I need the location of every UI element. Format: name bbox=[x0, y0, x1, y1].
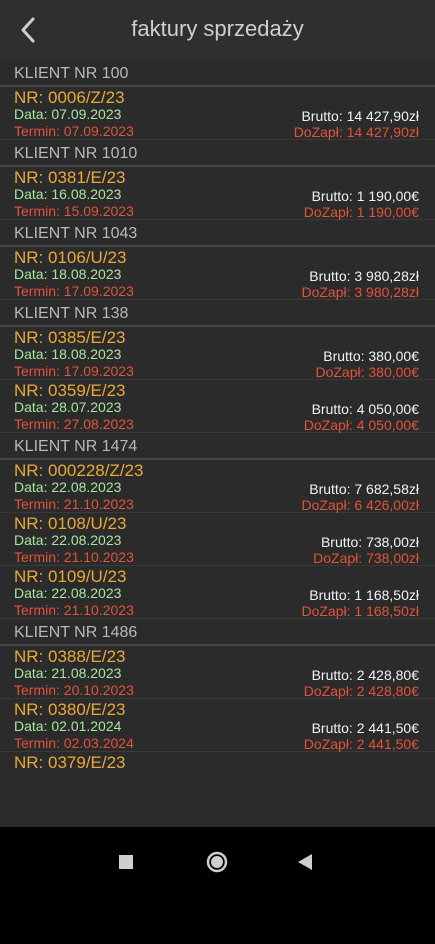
back-icon[interactable] bbox=[290, 847, 320, 877]
invoice-to-pay: DoZapł: 4 050,00€ bbox=[303, 417, 419, 433]
invoice-number: NR: 0385/E/23 bbox=[14, 328, 126, 347]
app-header: faktury sprzedaży bbox=[0, 0, 435, 61]
invoice-gross: Brutto: 1 190,00€ bbox=[311, 188, 419, 204]
client-header: KLIENT NR 1010 bbox=[0, 140, 435, 167]
invoice-row[interactable]: NR: 0006/Z/23 Data: 07.09.2023 Termin: 07.… bbox=[0, 87, 435, 140]
invoice-date: Data: 02.01.2024 bbox=[14, 718, 122, 734]
client-header: KLIENT NR 1043 bbox=[0, 220, 435, 247]
invoice-gross: Brutto: 2 428,80€ bbox=[311, 667, 419, 683]
client-header: KLIENT NR 1486 bbox=[0, 619, 435, 646]
invoice-row[interactable]: NR: 0379/E/23 bbox=[0, 752, 435, 776]
invoice-due-date: Termin: 07.09.2023 bbox=[14, 123, 134, 139]
invoice-due-date: Termin: 20.10.2023 bbox=[14, 682, 134, 698]
invoice-number: NR: 0359/E/23 bbox=[14, 381, 126, 400]
invoice-to-pay: DoZapł: 6 426,00zł bbox=[301, 497, 419, 513]
invoice-date: Data: 18.08.2023 bbox=[14, 346, 122, 362]
invoice-due-date: Termin: 17.09.2023 bbox=[14, 363, 134, 379]
invoice-to-pay: DoZapł: 2 441,50€ bbox=[303, 736, 419, 752]
invoice-number: NR: 0380/E/23 bbox=[14, 700, 126, 719]
android-nav-bar bbox=[0, 827, 435, 944]
invoice-gross: Brutto: 7 682,58zł bbox=[309, 481, 419, 497]
invoice-due-date: Termin: 17.09.2023 bbox=[14, 283, 134, 299]
invoice-date: Data: 22.08.2023 bbox=[14, 585, 122, 601]
invoice-gross: Brutto: 2 441,50€ bbox=[311, 720, 419, 736]
invoice-gross: Brutto: 380,00€ bbox=[323, 348, 419, 364]
page-title: faktury sprzedaży bbox=[131, 16, 304, 41]
invoice-gross: Brutto: 738,00zł bbox=[320, 534, 419, 550]
invoice-to-pay: DoZapł: 3 980,28zł bbox=[301, 284, 419, 300]
invoice-number: NR: 0006/Z/23 bbox=[14, 88, 125, 107]
invoice-to-pay: DoZapł: 380,00€ bbox=[315, 364, 419, 380]
invoice-number: NR: 0108/U/23 bbox=[14, 514, 127, 533]
invoice-to-pay: DoZapł: 738,00zł bbox=[313, 550, 419, 566]
invoice-number: NR: 0381/E/23 bbox=[14, 168, 126, 187]
client-header: KLIENT NR 138 bbox=[0, 300, 435, 327]
invoice-row[interactable]: NR: 0388/E/23 Data: 21.08.2023 Termin: 20.… bbox=[0, 646, 435, 699]
invoice-due-date: Termin: 15.09.2023 bbox=[14, 203, 134, 219]
invoice-due-date: Termin: 27.08.2023 bbox=[14, 416, 134, 432]
home-icon[interactable] bbox=[202, 847, 232, 877]
invoice-row[interactable]: NR: 0359/E/23 Data: 28.07.2023 Termin: 27.… bbox=[0, 380, 435, 433]
invoice-to-pay: DoZapł: 1 190,00€ bbox=[303, 204, 419, 220]
invoice-list[interactable]: KLIENT NR 100 NR: 0006/Z/23 Data: 07.09.20… bbox=[0, 60, 435, 776]
invoice-number: NR: 0106/U/23 bbox=[14, 248, 127, 267]
invoice-number: NR: 0379/E/23 bbox=[14, 753, 126, 772]
invoice-to-pay: DoZapł: 14 427,90zł bbox=[293, 124, 419, 140]
client-header: KLIENT NR 1474 bbox=[0, 433, 435, 460]
client-header: KLIENT NR 100 bbox=[0, 60, 435, 87]
invoice-row[interactable]: NR: 0380/E/23 Data: 02.01.2024 Termin: 02.… bbox=[0, 699, 435, 752]
invoice-due-date: Termin: 21.10.2023 bbox=[14, 602, 134, 618]
invoice-due-date: Termin: 02.03.2024 bbox=[14, 735, 134, 751]
invoice-gross: Brutto: 3 980,28zł bbox=[309, 268, 419, 284]
invoice-date: Data: 22.08.2023 bbox=[14, 532, 122, 548]
invoice-date: Data: 07.09.2023 bbox=[14, 106, 122, 122]
invoice-row[interactable]: NR: 0109/U/23 Data: 22.08.2023 Termin: 21.… bbox=[0, 566, 435, 619]
invoice-gross: Brutto: 1 168,50zł bbox=[309, 587, 419, 603]
invoice-row[interactable]: NR: 0108/U/23 Data: 22.08.2023 Termin: 21.… bbox=[0, 513, 435, 566]
invoice-date: Data: 21.08.2023 bbox=[14, 665, 122, 681]
invoice-number: NR: 000228/Z/23 bbox=[14, 461, 144, 480]
invoice-date: Data: 16.08.2023 bbox=[14, 186, 122, 202]
invoice-date: Data: 22.08.2023 bbox=[14, 479, 122, 495]
invoice-gross: Brutto: 14 427,90zł bbox=[301, 108, 419, 124]
recent-apps-icon[interactable] bbox=[111, 847, 141, 877]
invoice-number: NR: 0109/U/23 bbox=[14, 567, 127, 586]
invoice-date: Data: 18.08.2023 bbox=[14, 266, 122, 282]
invoice-row[interactable]: NR: 0385/E/23 Data: 18.08.2023 Termin: 17.… bbox=[0, 327, 435, 380]
invoice-due-date: Termin: 21.10.2023 bbox=[14, 496, 134, 512]
invoice-to-pay: DoZapł: 2 428,80€ bbox=[303, 683, 419, 699]
invoice-row[interactable]: NR: 000228/Z/23 Data: 22.08.2023 Termin: 2… bbox=[0, 460, 435, 513]
invoice-number: NR: 0388/E/23 bbox=[14, 647, 126, 666]
list-footer bbox=[0, 776, 435, 827]
invoice-gross: Brutto: 4 050,00€ bbox=[311, 401, 419, 417]
invoice-to-pay: DoZapł: 1 168,50zł bbox=[301, 603, 419, 619]
invoice-due-date: Termin: 21.10.2023 bbox=[14, 549, 134, 565]
invoice-row[interactable]: NR: 0381/E/23 Data: 16.08.2023 Termin: 15.… bbox=[0, 167, 435, 220]
invoice-date: Data: 28.07.2023 bbox=[14, 399, 122, 415]
invoice-row[interactable]: NR: 0106/U/23 Data: 18.08.2023 Termin: 17.… bbox=[0, 247, 435, 300]
